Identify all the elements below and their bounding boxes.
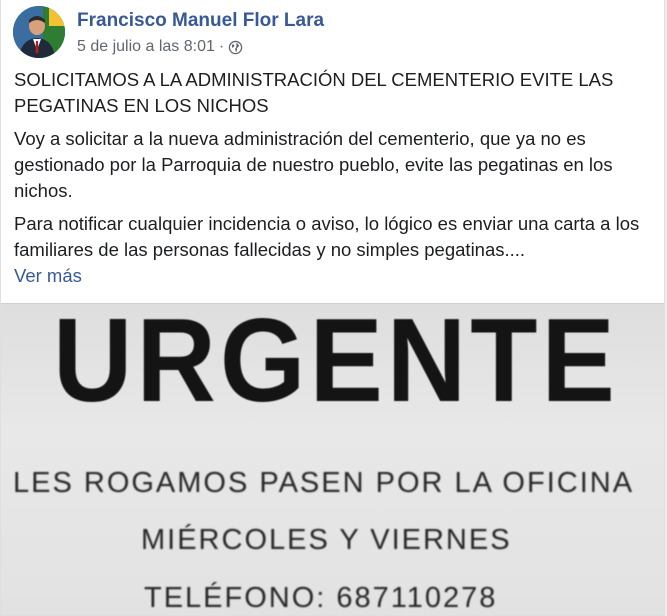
photo-line-3: TELÉFONO: 687110278 bbox=[144, 582, 498, 614]
facebook-post: Francisco Manuel Flor Lara 5 de julio a … bbox=[0, 0, 665, 616]
post-header: Francisco Manuel Flor Lara 5 de julio a … bbox=[13, 6, 653, 58]
post-photo[interactable]: URGENTE LES ROGAMOS PASEN POR LA OFICINA… bbox=[1, 303, 664, 615]
post-meta: 5 de julio a las 8:01 · bbox=[77, 38, 243, 56]
post-title-paragraph: SOLICITAMOS A LA ADMINISTRACIÓN DEL CEME… bbox=[14, 69, 614, 116]
post-paragraph-2: Para notificar cualquier incidencia o av… bbox=[14, 213, 640, 260]
photo-line-1: LES ROGAMOS PASEN POR LA OFICINA bbox=[13, 467, 635, 499]
author-avatar[interactable] bbox=[13, 6, 65, 58]
post-timestamp[interactable]: 5 de julio a las 8:01 bbox=[77, 38, 215, 56]
globe-icon[interactable] bbox=[228, 40, 243, 55]
photo-line-2: MIÉRCOLES Y VIERNES bbox=[141, 524, 512, 556]
photo-heading: URGENTE bbox=[53, 303, 619, 427]
see-more-link[interactable]: Ver más bbox=[14, 263, 82, 289]
post-paragraph-1: Voy a solicitar a la nueva administració… bbox=[14, 128, 613, 201]
post-body: SOLICITAMOS A LA ADMINISTRACIÓN DEL CEME… bbox=[14, 67, 654, 289]
meta-separator: · bbox=[218, 38, 225, 55]
author-name-link[interactable]: Francisco Manuel Flor Lara bbox=[77, 10, 324, 32]
